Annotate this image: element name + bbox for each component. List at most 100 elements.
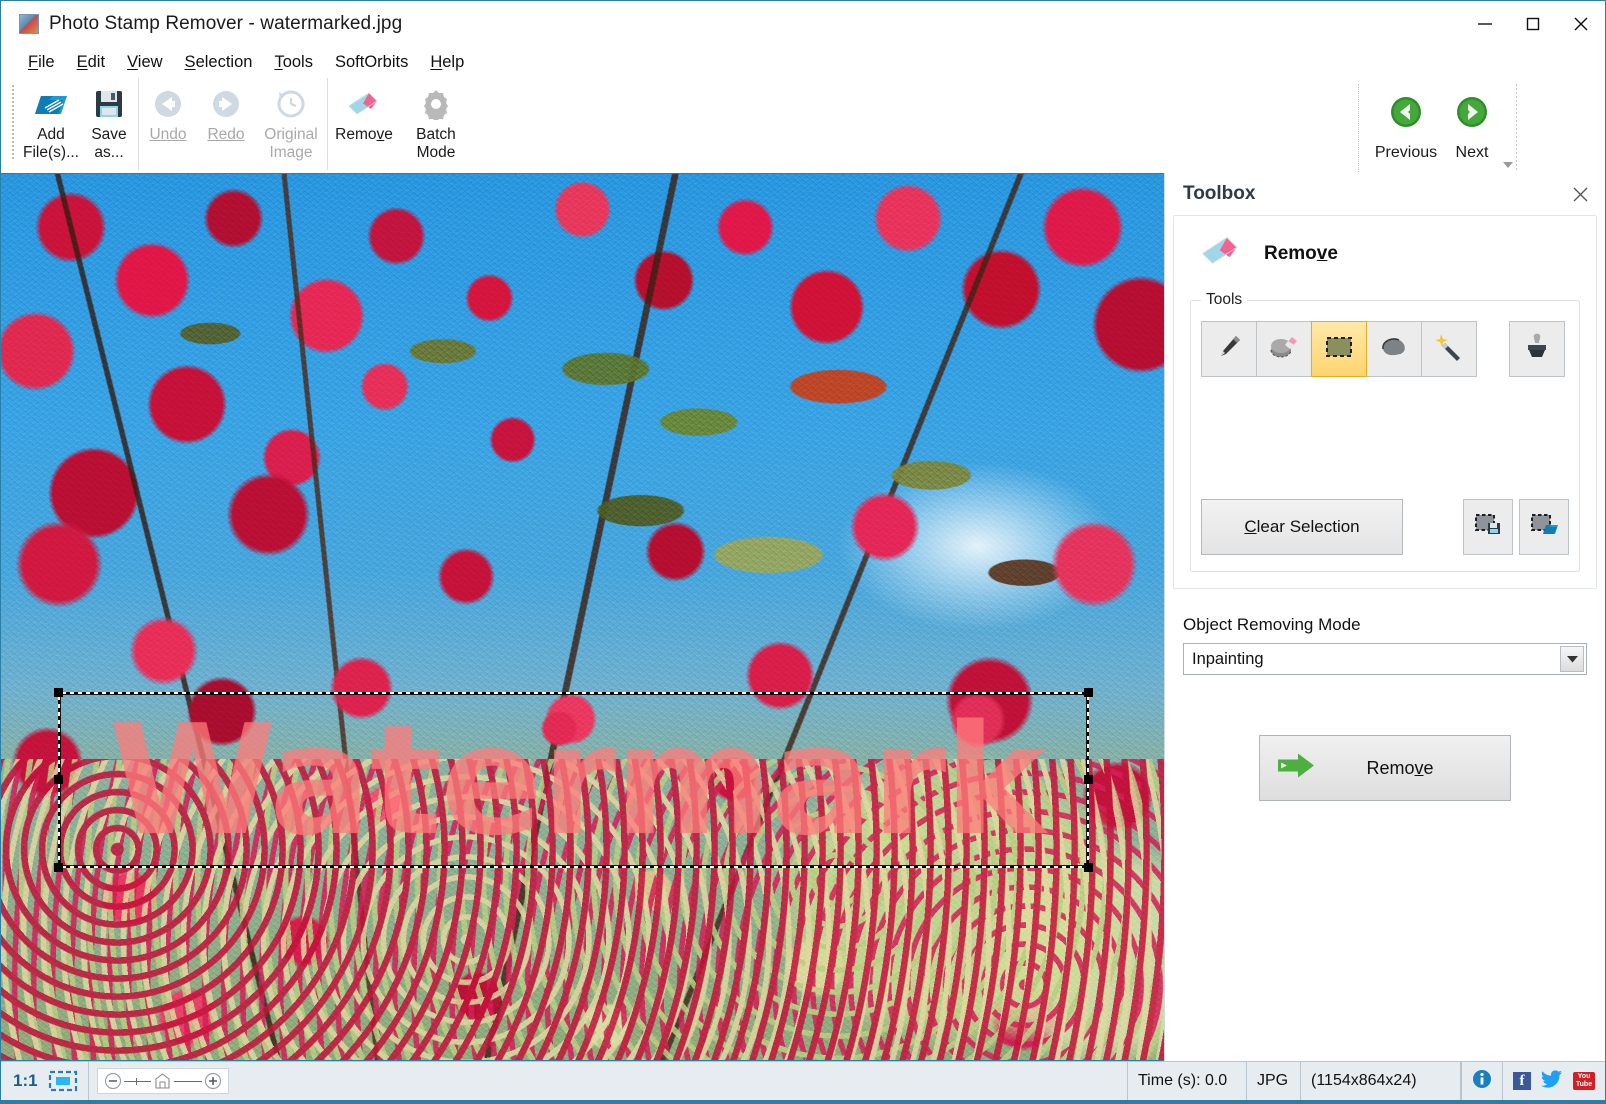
fit-to-screen-icon [48, 1070, 77, 1092]
clear-selection-button[interactable]: Clear Selection [1201, 499, 1403, 555]
time-status: Time (s): 0.0 [1127, 1062, 1247, 1100]
selection-handle-middle-right[interactable] [1084, 775, 1093, 784]
menu-selection[interactable]: Selection [174, 50, 264, 75]
zoom-ratio-label: 1:1 [13, 1071, 38, 1090]
clone-stamp-tool-button[interactable] [1509, 321, 1565, 377]
add-files-label: Add File(s)... [23, 126, 79, 161]
toolbar: Add File(s)... Save as... Undo Redo Orig… [1, 78, 1605, 230]
object-removing-mode-value: Inpainting [1192, 649, 1264, 668]
selection-handle-bottom-left[interactable] [54, 863, 63, 872]
toolbar-expand-chevron-down-icon[interactable] [1501, 158, 1515, 176]
selection-handle-middle-left[interactable] [54, 775, 63, 784]
clock-history-icon [275, 84, 307, 124]
rectangle-select-tool-button[interactable] [1311, 321, 1367, 377]
save-selection-button[interactable] [1463, 499, 1513, 555]
redo-label: Redo [207, 126, 244, 144]
selection-handle-top-right[interactable] [1084, 688, 1093, 697]
original-image-button[interactable]: Original Image [255, 78, 327, 168]
undo-button[interactable]: Undo [139, 78, 197, 168]
remove-toolbar-button[interactable]: Remove [328, 78, 400, 168]
close-button[interactable] [1557, 1, 1605, 46]
title-bar: Photo Stamp Remover - watermarked.jpg [1, 1, 1605, 46]
add-files-button[interactable]: Add File(s)... [22, 78, 80, 168]
selection-handle-top-left[interactable] [54, 688, 63, 697]
plus-icon [204, 1072, 221, 1090]
selection-actions-row: Clear Selection [1201, 499, 1569, 555]
eraser-tool-button[interactable] [1256, 321, 1312, 377]
selection-rectangle[interactable] [54, 688, 1093, 872]
image-canvas[interactable]: Watermark [1, 173, 1164, 1061]
toolbar-group-history: Undo Redo Original Image [138, 78, 328, 170]
main-area: Watermark Toolbox [1, 173, 1605, 1061]
marker-pen-icon [1214, 332, 1244, 367]
remove-section-title: Remove [1264, 242, 1338, 264]
marker-tool-button[interactable] [1201, 321, 1257, 377]
tools-spacer [1201, 377, 1569, 489]
object-removing-mode-label: Object Removing Mode [1183, 615, 1361, 634]
undo-arrow-icon [152, 84, 184, 124]
minus-icon [104, 1072, 121, 1090]
menu-help[interactable]: Help [419, 50, 475, 75]
info-icon[interactable] [1472, 1069, 1492, 1094]
facebook-icon[interactable]: f [1513, 1072, 1531, 1090]
menu-file-label: F [28, 52, 39, 71]
selection-io-group [1463, 499, 1569, 555]
menu-softorbits[interactable]: SoftOrbits [324, 50, 419, 75]
photo-texture-layer [1, 174, 1164, 1060]
application-window: Photo Stamp Remover - watermarked.jpg Fi… [0, 0, 1606, 1104]
menu-view-label: V [127, 52, 138, 71]
maximize-button[interactable] [1509, 1, 1557, 46]
selection-handle-bottom-right[interactable] [1084, 863, 1093, 872]
remove-action-button[interactable]: Remove [1259, 735, 1511, 801]
fit-to-screen-button[interactable] [46, 1062, 89, 1100]
magic-wand-tool-button[interactable] [1421, 321, 1477, 377]
eraser-icon [347, 84, 381, 124]
zoom-slider[interactable] [96, 1068, 229, 1094]
dimensions-status: (1154x864x24) [1301, 1062, 1461, 1100]
menu-selection-label: S [184, 52, 196, 71]
gear-icon [420, 84, 452, 124]
toolbox-header: Toolbox [1165, 173, 1605, 215]
save-as-label: Save as... [91, 126, 127, 161]
social-links: f You Tube [1503, 1062, 1605, 1100]
rectangle-selection-icon [1324, 334, 1354, 365]
status-spacer [239, 1062, 1127, 1100]
toolbar-drag-handle[interactable] [11, 84, 16, 160]
clone-stamp-icon [1523, 332, 1551, 367]
youtube-line1: You [1577, 1073, 1591, 1080]
menu-file-rest: ile [38, 52, 55, 71]
youtube-icon[interactable]: You Tube [1573, 1072, 1595, 1090]
chevron-down-icon[interactable] [1560, 646, 1584, 672]
photo-image [1, 174, 1164, 1060]
menu-tools-label: T [274, 52, 283, 71]
lasso-tool-button[interactable] [1366, 321, 1422, 377]
save-selection-icon [1473, 512, 1503, 543]
menu-tools[interactable]: Tools [263, 50, 324, 75]
previous-label: Previous [1374, 144, 1438, 161]
menu-view[interactable]: View [116, 50, 173, 75]
batch-mode-label: Batch Mode [416, 126, 456, 161]
eraser-icon [1200, 234, 1242, 273]
toolbar-right-separator [1516, 84, 1517, 172]
toolbox-close-icon[interactable] [1567, 181, 1593, 207]
twitter-icon[interactable] [1541, 1069, 1563, 1093]
object-removing-mode-select[interactable]: Inpainting [1183, 643, 1587, 675]
batch-mode-button[interactable]: Batch Mode [400, 78, 472, 168]
tools-row [1201, 321, 1569, 377]
previous-button[interactable]: Previous [1373, 84, 1439, 162]
original-image-label: Original Image [264, 126, 318, 161]
window-title: Photo Stamp Remover - watermarked.jpg [49, 12, 403, 34]
menu-file[interactable]: File [17, 50, 66, 75]
toolbar-group-actions: Remove Batch Mode [328, 78, 472, 170]
save-as-button[interactable]: Save as... [80, 78, 138, 168]
toolbar-group-file: Add File(s)... Save as... [22, 78, 138, 170]
undo-label: Undo [149, 126, 186, 144]
load-selection-button[interactable] [1519, 499, 1569, 555]
redo-button[interactable]: Redo [197, 78, 255, 168]
remove-toolbar-label: Remove [335, 126, 393, 143]
next-button[interactable]: Next [1439, 84, 1505, 162]
load-selection-icon [1529, 512, 1559, 543]
minimize-button[interactable] [1461, 1, 1509, 46]
menu-edit[interactable]: Edit [66, 50, 116, 75]
toolbox-panel: Toolbox Remove Tools Clear Selection Obj… [1164, 173, 1605, 1061]
